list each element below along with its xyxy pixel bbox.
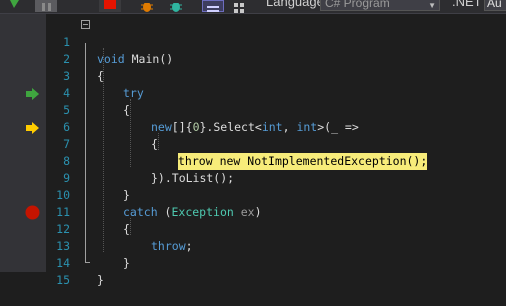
code-line: 6 { [46, 102, 506, 151]
line-number: 15 [56, 273, 70, 287]
code-line: 13 } [46, 221, 506, 270]
debug-toolbar: Language C# Program ▼ .NET Au [0, 0, 506, 14]
code-line: 5 new[]{0}.Select<int, int>(_ => [46, 85, 506, 134]
grid-view-icon [234, 3, 244, 13]
code-line: 1 void Main() [46, 17, 506, 66]
stop-button[interactable] [99, 0, 121, 12]
code-line: 8 }).ToList(); [46, 136, 506, 185]
code-line: 10 catch (Exception ex) [46, 170, 506, 219]
pause-button[interactable] [35, 0, 57, 12]
code-line: 9 } [46, 153, 506, 202]
language-select-value: C# Program [325, 0, 390, 10]
language-select[interactable]: C# Program ▼ [320, 0, 440, 11]
run-button[interactable] [3, 0, 25, 12]
brace: } [97, 273, 104, 287]
code-line: 2 { [46, 34, 506, 83]
code-line: 12 throw; [46, 204, 506, 253]
glyph-margin[interactable] [0, 14, 46, 272]
rich-text-view-button[interactable] [202, 0, 224, 12]
call-stack-arrow-icon [26, 88, 39, 100]
code-line: 4 { [46, 68, 506, 117]
code-line: 15 [46, 255, 506, 287]
stop-icon [104, 0, 116, 9]
bug-icon [141, 2, 153, 12]
language-label: Language [266, 0, 324, 9]
breakpoint-icon[interactable] [25, 205, 40, 220]
framework-label: .NET [452, 0, 482, 9]
framework-select-value: Au [487, 0, 502, 10]
code-line: 11 { [46, 187, 506, 236]
chevron-down-icon: ▼ [428, 1, 436, 10]
debug-button[interactable] [139, 0, 155, 12]
play-icon [10, 0, 19, 8]
debug-new-button[interactable] [167, 0, 185, 12]
bug-green-icon [170, 2, 182, 12]
code-line: 14 } [46, 238, 506, 287]
code-line: 3 try [46, 51, 506, 100]
code-editor[interactable]: 1 void Main() 2 { 3 try 4 { 5 new[]{0}.S… [46, 14, 506, 287]
current-statement-arrow-icon [26, 122, 39, 134]
grid-view-button[interactable] [231, 0, 249, 13]
pause-icon [42, 3, 51, 11]
code-line-current: 7 throw new NotImplementedException(); [46, 119, 506, 170]
list-view-icon [207, 6, 219, 12]
framework-select[interactable]: Au [484, 0, 506, 11]
